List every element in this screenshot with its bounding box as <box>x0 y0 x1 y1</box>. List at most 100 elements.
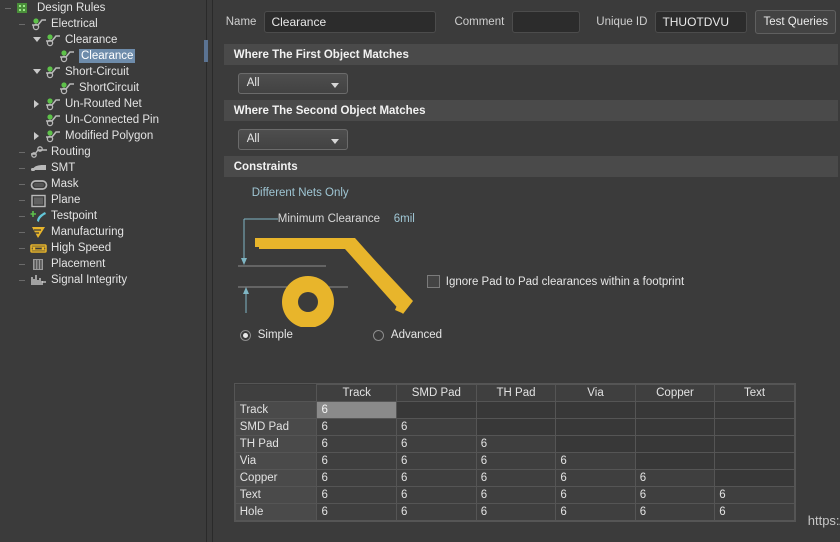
matrix-cell[interactable]: 6 <box>475 469 557 487</box>
constraint-mode-group[interactable]: Simple Advanced <box>239 329 442 341</box>
tree-item-high-speed[interactable]: High Speed <box>0 240 204 256</box>
matrix-cell[interactable]: 6 <box>316 503 397 521</box>
matrix-col-header[interactable]: Track <box>316 384 397 402</box>
tree-item-placement[interactable]: Placement <box>0 256 204 272</box>
matrix-cell[interactable]: 6 <box>316 486 397 504</box>
matrix-cell[interactable]: 6 <box>634 503 716 521</box>
matrix-cell[interactable]: 6 <box>395 486 477 504</box>
high-speed-icon <box>30 241 48 256</box>
tree-item-manufacturing[interactable]: Manufacturing <box>0 224 204 240</box>
matrix-row-header[interactable]: Track <box>234 401 318 419</box>
design-rules-icon <box>16 1 34 16</box>
matrix-cell[interactable]: 6 <box>395 469 477 487</box>
name-label: Name <box>225 16 257 28</box>
matrix-header-row: Track SMD Pad TH Pad Via Copper Text <box>235 384 795 402</box>
matrix-col-header[interactable]: SMD Pad <box>395 384 477 402</box>
matrix-cell[interactable]: 6 <box>555 486 636 504</box>
matrix-cell[interactable]: 6 <box>395 503 477 521</box>
design-rules-tree[interactable]: Design Rules Electrical Clearance Clearance… <box>0 0 204 542</box>
matrix-cell[interactable]: 6 <box>475 486 557 504</box>
collapse-arrow-icon[interactable] <box>30 65 44 79</box>
matrix-cell <box>634 435 716 453</box>
matrix-cell[interactable]: 6 <box>316 452 397 470</box>
matrix-row-header[interactable]: SMD Pad <box>234 418 318 436</box>
tree-item-label: Plane <box>51 193 81 206</box>
matrix-row-header[interactable]: Hole <box>234 503 318 521</box>
electrical-rule-icon <box>58 49 76 64</box>
tree-item-clearance[interactable]: Clearance <box>0 32 204 48</box>
matrix-cell <box>634 452 716 470</box>
matrix-cell[interactable]: 6 <box>714 503 795 521</box>
second-object-scope-select[interactable]: All <box>237 129 348 150</box>
matrix-cell[interactable]: 6 <box>395 452 477 470</box>
tree-item-modified-polygon[interactable]: Modified Polygon <box>0 128 204 144</box>
tree-item-label: Testpoint <box>51 209 98 222</box>
matrix-cell[interactable]: 6 <box>316 401 397 419</box>
routing-icon <box>30 145 48 160</box>
tree-item-un-routed-net[interactable]: Un-Routed Net <box>0 96 204 112</box>
matrix-col-header[interactable]: Text <box>714 384 795 402</box>
test-queries-button[interactable]: Test Queries <box>755 10 836 34</box>
tree-item-design-rules[interactable]: Design Rules <box>0 0 204 16</box>
tree-item-un-connected-pin[interactable]: Un-Connected Pin <box>0 112 204 128</box>
tree-item-label: Mask <box>51 177 79 190</box>
tree-item-label: Placement <box>51 257 106 270</box>
tree-item-clearance[interactable]: Clearance <box>0 48 204 64</box>
matrix-cell[interactable]: 6 <box>634 486 716 504</box>
tree-connector-icon <box>16 161 30 175</box>
expand-arrow-icon[interactable] <box>30 129 44 143</box>
tree-item-label: Design Rules <box>37 1 106 14</box>
tree-item-short-circuit[interactable]: Short-Circuit <box>0 64 204 80</box>
tree-item-plane[interactable]: Plane <box>0 192 204 208</box>
matrix-corner-cell <box>235 384 318 402</box>
tree-item-signal-integrity[interactable]: Signal Integrity <box>0 272 204 288</box>
tree-item-shortcircuit[interactable]: ShortCircuit <box>0 80 204 96</box>
matrix-row-header[interactable]: TH Pad <box>234 435 318 453</box>
name-input[interactable]: Clearance <box>264 11 437 33</box>
ignore-pad-to-pad-checkbox[interactable] <box>426 275 440 288</box>
second-object-scope-value: All <box>246 133 260 145</box>
tree-connector-icon <box>16 193 30 207</box>
matrix-cell[interactable]: 6 <box>475 503 557 521</box>
radio-advanced-icon[interactable] <box>372 329 384 341</box>
tree-item-testpoint[interactable]: Testpoint <box>0 208 204 224</box>
mode-advanced-option[interactable]: Advanced <box>372 329 442 341</box>
ignore-pad-to-pad-row[interactable]: Ignore Pad to Pad clearances within a fo… <box>426 275 684 288</box>
matrix-cell[interactable]: 6 <box>555 503 636 521</box>
tree-item-label: Un-Routed Net <box>65 97 142 110</box>
matrix-cell[interactable]: 6 <box>316 418 397 436</box>
first-object-scope-select[interactable]: All <box>237 73 348 94</box>
matrix-cell[interactable]: 6 <box>395 418 477 436</box>
collapse-arrow-icon[interactable] <box>30 33 44 47</box>
panel-splitter[interactable] <box>203 0 216 542</box>
matrix-cell[interactable]: 6 <box>316 435 397 453</box>
comment-input[interactable] <box>512 11 581 33</box>
matrix-col-header[interactable]: Copper <box>634 384 716 402</box>
matrix-cell[interactable]: 6 <box>555 469 636 487</box>
smt-icon <box>30 161 48 176</box>
radio-simple-icon[interactable] <box>239 329 251 341</box>
matrix-row-header[interactable]: Copper <box>234 469 318 487</box>
matrix-col-header[interactable]: TH Pad <box>475 384 557 402</box>
expand-arrow-icon[interactable] <box>30 97 44 111</box>
tree-item-smt[interactable]: SMT <box>0 160 204 176</box>
tree-item-electrical[interactable]: Electrical <box>0 16 204 32</box>
matrix-row-header[interactable]: Text <box>234 486 318 504</box>
matrix-cell[interactable]: 6 <box>634 469 716 487</box>
matrix-cell[interactable]: 6 <box>555 452 636 470</box>
clearance-matrix[interactable]: Track SMD Pad TH Pad Via Copper Text Track 6 SM… <box>233 383 796 522</box>
tree-item-routing[interactable]: Routing <box>0 144 204 160</box>
unique-id-input[interactable]: THUOTDVU <box>655 11 748 33</box>
matrix-cell[interactable]: 6 <box>316 469 397 487</box>
mode-simple-option[interactable]: Simple <box>239 329 293 341</box>
mode-simple-label: Simple <box>257 329 293 341</box>
splitter-thumb[interactable] <box>203 40 208 62</box>
tree-item-mask[interactable]: Mask <box>0 176 204 192</box>
matrix-row: Text 6 6 6 6 6 6 <box>234 486 795 504</box>
matrix-col-header[interactable]: Via <box>555 384 636 402</box>
matrix-cell[interactable]: 6 <box>714 486 795 504</box>
matrix-row-header[interactable]: Via <box>234 452 318 470</box>
matrix-cell[interactable]: 6 <box>475 435 557 453</box>
matrix-cell[interactable]: 6 <box>395 435 477 453</box>
matrix-cell[interactable]: 6 <box>475 452 557 470</box>
